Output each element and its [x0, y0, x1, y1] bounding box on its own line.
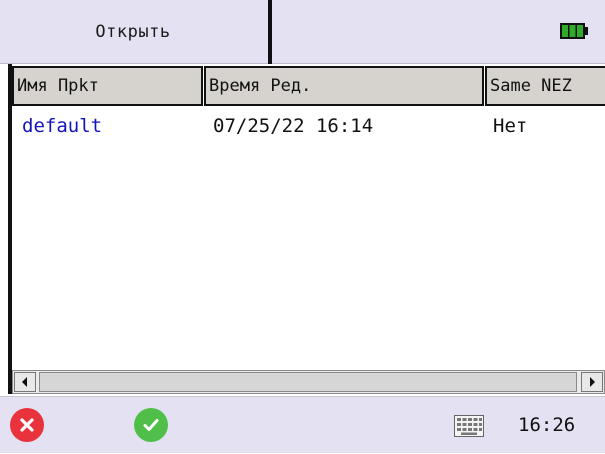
column-header-same-nez[interactable]: Same NEZ — [485, 66, 605, 106]
column-header-project-name[interactable]: Имя Прkт — [12, 66, 203, 106]
title-separator — [268, 0, 272, 64]
page-title: Открыть — [95, 22, 171, 42]
project-list[interactable]: Имя Прkт Время Ред. Same NEZ default 07/… — [8, 64, 605, 394]
cancel-button[interactable] — [10, 408, 44, 442]
taskbar: 16:26 — [0, 396, 605, 453]
horizontal-scrollbar[interactable] — [12, 370, 605, 394]
clock: 16:26 — [518, 414, 576, 436]
edit-time-cell: 07/25/22 16:14 — [213, 115, 374, 137]
same-nez-cell: Нет — [493, 115, 528, 137]
keyboard-icon[interactable] — [454, 415, 484, 437]
battery-full-icon — [560, 23, 588, 39]
title-bar: Открыть — [0, 0, 605, 64]
scroll-left-button[interactable] — [14, 372, 36, 392]
ok-button[interactable] — [134, 408, 168, 442]
arrow-left-icon — [22, 377, 27, 387]
column-header-edit-time[interactable]: Время Ред. — [204, 66, 484, 106]
table-header: Имя Прkт Время Ред. Same NEZ — [12, 66, 605, 106]
table-row[interactable]: default 07/25/22 16:14 Нет — [12, 109, 605, 143]
project-name-cell[interactable]: default — [22, 109, 102, 143]
scrollbar-thumb[interactable] — [39, 372, 577, 392]
checkmark-icon — [143, 419, 159, 431]
arrow-right-icon — [590, 377, 595, 387]
scroll-right-button[interactable] — [581, 372, 603, 392]
close-icon — [20, 418, 34, 432]
